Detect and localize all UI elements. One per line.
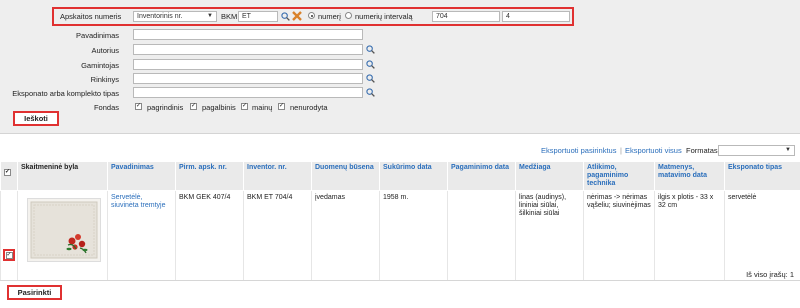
export-separator: | — [620, 146, 622, 155]
clear-icon[interactable] — [292, 11, 302, 21]
header-production-date[interactable]: Pagaminimo data — [447, 161, 516, 191]
row-status: įvedamas — [311, 190, 380, 281]
chevron-down-icon: ▼ — [785, 147, 791, 153]
number-type-value: Inventorinis nr. — [137, 13, 183, 20]
header-title[interactable]: Pavadinimas — [107, 161, 176, 191]
radio-number-interval[interactable] — [345, 12, 352, 19]
header-exhibit-type[interactable]: Eksponato tipas — [724, 161, 800, 191]
fund-aux-checkbox[interactable]: ✓ — [190, 103, 197, 110]
row-select-cell: ✓ — [0, 190, 18, 281]
fund-exchange-label: mainų — [252, 103, 273, 112]
search-icon[interactable] — [366, 45, 375, 54]
author-filter-label: Autorius — [91, 46, 119, 55]
search-icon[interactable] — [366, 74, 375, 83]
exhibit-type-filter-input[interactable] — [133, 87, 363, 98]
maker-filter-label: Gamintojas — [81, 61, 119, 70]
row-image-cell — [17, 190, 108, 281]
header-inventory-number[interactable]: Inventor. nr. — [243, 161, 312, 191]
title-filter-label: Pavadinimas — [76, 31, 119, 40]
author-filter-input[interactable] — [133, 44, 363, 55]
radio-single-number[interactable] — [308, 12, 315, 19]
header-technique[interactable]: Atlikimo, pagaminimo technika — [583, 161, 655, 191]
collection-filter-label: Rinkinys — [90, 75, 119, 84]
search-icon[interactable] — [281, 12, 290, 21]
row-technique: nėrimas -> nėrimas vąšeliu; siuvinėjimas — [583, 190, 655, 281]
fund-main-label: pagrindinis — [147, 103, 184, 112]
row-dimensions: ilgis x plotis - 33 x 32 cm — [654, 190, 725, 281]
header-digital-file: Skaitmeninė byla — [17, 161, 108, 191]
interval-to-input[interactable]: 4 — [502, 11, 570, 22]
fund-unspecified-checkbox[interactable]: ✓ — [278, 103, 285, 110]
row-type: servetėlė — [724, 190, 800, 281]
search-icon[interactable] — [366, 88, 375, 97]
fund-aux-label: pagalbinis — [202, 103, 236, 112]
title-filter-input[interactable] — [133, 29, 363, 40]
total-count: Iš viso įrašų: 1 — [746, 270, 794, 279]
format-select[interactable]: ▼ — [718, 145, 795, 156]
select-button[interactable]: Pasirinkti — [7, 285, 62, 300]
radio-interval-label: numerių intervalą — [355, 12, 413, 21]
formats-label: Formatas — [686, 146, 718, 155]
inventory-number-label: Apskaitos numeris — [60, 12, 122, 21]
row-made — [447, 190, 516, 281]
interval-from-input[interactable]: 704 — [432, 11, 500, 22]
bkm-label: BKM — [221, 12, 238, 21]
export-selected-link[interactable]: Eksportuoti pasirinktus — [541, 146, 616, 155]
maker-filter-input[interactable] — [133, 59, 363, 70]
row-material: linas (audinys), lininiai siūlai, šilkin… — [515, 190, 584, 281]
radio-single-label: numerį — [318, 12, 341, 21]
results-table: ✓ Skaitmeninė byla Pavadinimas Pirm. aps… — [0, 161, 800, 281]
header-creation-date[interactable]: Sukūrimo data — [379, 161, 448, 191]
exhibit-type-filter-label: Eksponato arba komplekto tipas — [12, 89, 119, 98]
prefix-input[interactable]: ET — [238, 11, 278, 22]
table-header-row: ✓ Skaitmeninė byla Pavadinimas Pirm. aps… — [0, 161, 800, 191]
row-checkbox[interactable]: ✓ — [5, 251, 13, 259]
table-row: ✓ Servetėlė, siuvinėta tremtyje BKM GEK — [0, 190, 800, 281]
row-inventory-number: BKM ET 704/4 — [243, 190, 312, 281]
header-material[interactable]: Medžiaga — [515, 161, 584, 191]
header-data-status[interactable]: Duomenų būsena — [311, 161, 380, 191]
collection-filter-input[interactable] — [133, 73, 363, 84]
row-title-cell: Servetėlė, siuvinėta tremtyje — [107, 190, 176, 281]
chevron-down-icon: ▼ — [207, 13, 213, 19]
row-first-number: BKM GEK 407/4 — [175, 190, 244, 281]
fund-exchange-checkbox[interactable]: ✓ — [241, 103, 248, 110]
fund-main-checkbox[interactable]: ✓ — [135, 103, 142, 110]
header-dimensions[interactable]: Matmenys, matavimo data — [654, 161, 725, 191]
search-button[interactable]: Ieškoti — [13, 111, 59, 126]
number-type-select[interactable]: Inventorinis nr. ▼ — [133, 11, 217, 22]
select-all-header[interactable]: ✓ — [0, 161, 18, 191]
row-created: 1958 m. — [379, 190, 448, 281]
napkin-thumbnail[interactable] — [27, 198, 101, 262]
header-first-number[interactable]: Pirm. apsk. nr. — [175, 161, 244, 191]
select-all-checkbox[interactable]: ✓ — [4, 169, 11, 176]
export-all-link[interactable]: Eksportuoti visus — [625, 146, 682, 155]
search-icon[interactable] — [366, 60, 375, 69]
row-title-link[interactable]: Servetėlė, siuvinėta tremtyje — [111, 194, 165, 209]
fund-unspecified-label: nenurodyta — [290, 103, 328, 112]
